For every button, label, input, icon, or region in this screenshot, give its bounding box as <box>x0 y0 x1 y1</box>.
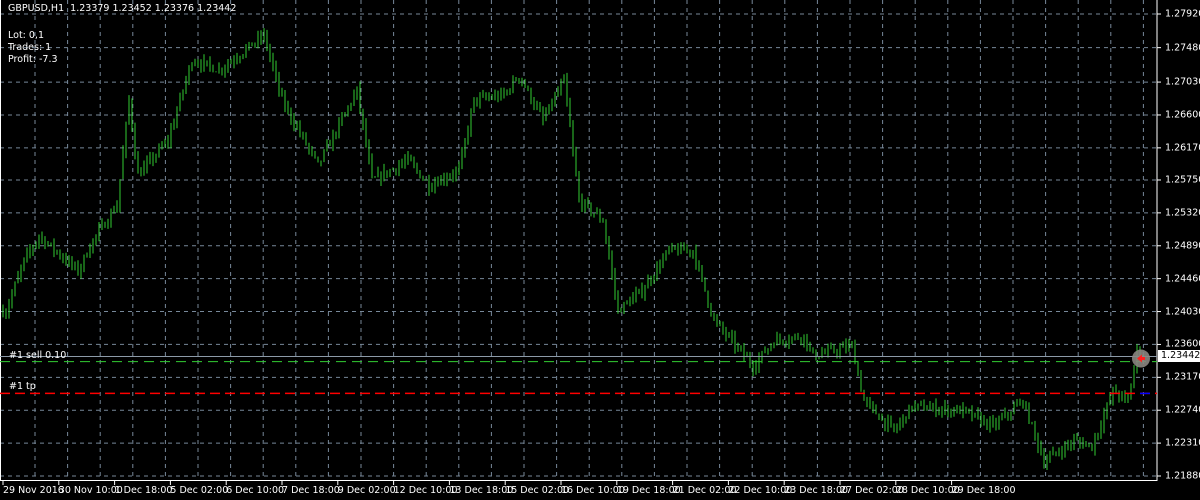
price-tick-label: 1.26170 <box>1165 142 1200 154</box>
time-tick-label: 23 Dec 18:00 <box>784 485 849 496</box>
ohlc-values: 1.23379 1.23452 1.23376 1.23442 <box>70 3 237 14</box>
profit-info: Profit: -7.3 <box>8 54 58 65</box>
price-tick-label: 1.23170 <box>1165 371 1200 383</box>
time-tick-label: 5 Dec 02:00 <box>170 485 229 496</box>
chart-header: GBPUSD,H1 1.23379 1.23452 1.23376 1.2344… <box>8 3 236 14</box>
price-tick-label: 1.24460 <box>1165 273 1200 285</box>
time-tick-label: 16 Dec 10:00 <box>561 485 625 496</box>
price-tick-label: 1.23600 <box>1165 338 1200 350</box>
sell-order-label[interactable]: #1 sell 0.10 <box>9 350 66 361</box>
price-tick-label: 1.24030 <box>1165 306 1200 318</box>
price-tick-label: 1.25320 <box>1165 207 1200 219</box>
time-tick-label: 28 Dec 10:00 <box>895 485 960 496</box>
symbol-label: GBPUSD,H1 <box>8 3 65 14</box>
trades-info: Trades: 1 <box>8 42 52 53</box>
time-tick-label: 6 Dec 10:00 <box>226 485 285 496</box>
time-tick-label: 29 Nov 2016 <box>3 485 64 496</box>
price-chart[interactable] <box>0 0 1200 500</box>
time-tick-label: 1 Dec 18:00 <box>114 485 173 496</box>
price-tick-label: 1.27030 <box>1165 76 1200 88</box>
price-tick-label: 1.24890 <box>1165 240 1200 252</box>
price-tick-label: 1.27480 <box>1165 42 1200 54</box>
lot-info: Lot: 0,1 <box>8 30 44 41</box>
price-tick-label: 1.21880 <box>1165 470 1200 482</box>
time-tick-label: 29 Dec 18:00 <box>951 485 1016 496</box>
tp-label[interactable]: #1 tp <box>9 381 36 392</box>
time-tick-label: 7 Dec 18:00 <box>282 485 340 496</box>
time-tick-label: 15 Dec 02:00 <box>505 485 570 496</box>
chart-window[interactable]: GBPUSD,H1 1.23379 1.23452 1.23376 1.2344… <box>0 0 1200 500</box>
time-tick-label: 30 Nov 10:00 <box>58 485 123 496</box>
time-tick-label: 12 Dec 10:00 <box>393 485 458 496</box>
price-tick-label: 1.22740 <box>1165 404 1200 416</box>
price-tick-label: 1.26600 <box>1165 109 1200 121</box>
time-tick-label: 21 Dec 02:00 <box>672 485 737 496</box>
current-price-label: 1.23442 <box>1158 350 1200 362</box>
price-tick-label: 1.25750 <box>1165 174 1200 186</box>
price-tick-label: 1.27920 <box>1165 8 1200 20</box>
time-tick-label: 27 Dec 02:00 <box>840 485 904 496</box>
time-tick-label: 13 Dec 18:00 <box>449 485 514 496</box>
time-tick-label: 22 Dec 10:00 <box>728 485 793 496</box>
time-tick-label: 9 Dec 02:00 <box>337 485 396 496</box>
price-tick-label: 1.22310 <box>1165 437 1200 449</box>
time-tick-label: 19 Dec 18:00 <box>616 485 681 496</box>
